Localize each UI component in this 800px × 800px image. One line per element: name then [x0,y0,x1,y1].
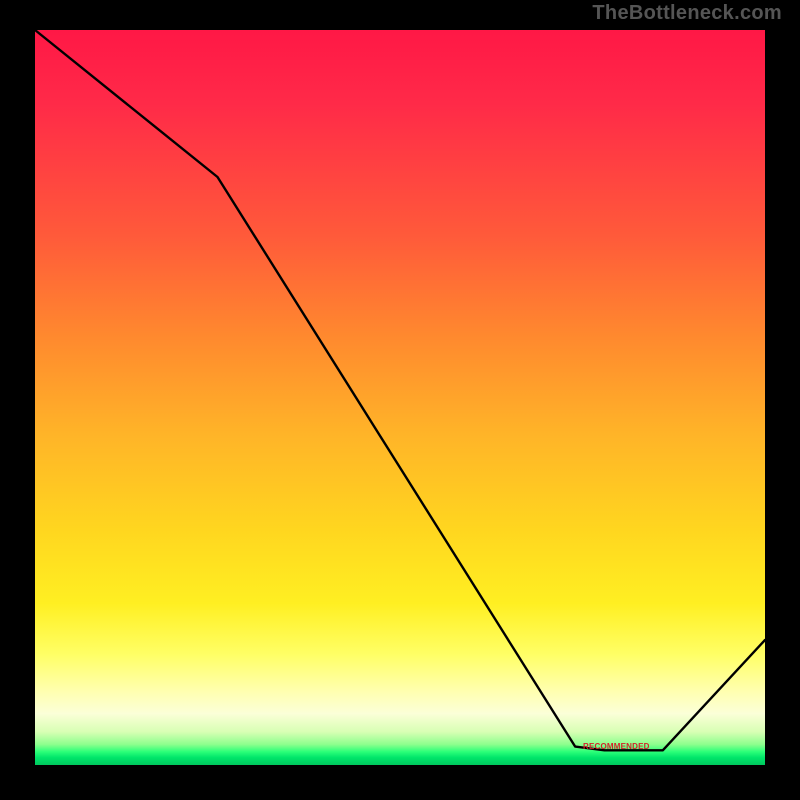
watermark-text: TheBottleneck.com [592,2,782,25]
recommended-label: RECOMMENDED [583,742,650,751]
curve-svg [35,30,765,765]
chart-frame: TheBottleneck.com RECOMMENDED [0,0,800,800]
plot-area: RECOMMENDED [35,30,765,765]
bottleneck-curve [35,30,765,750]
